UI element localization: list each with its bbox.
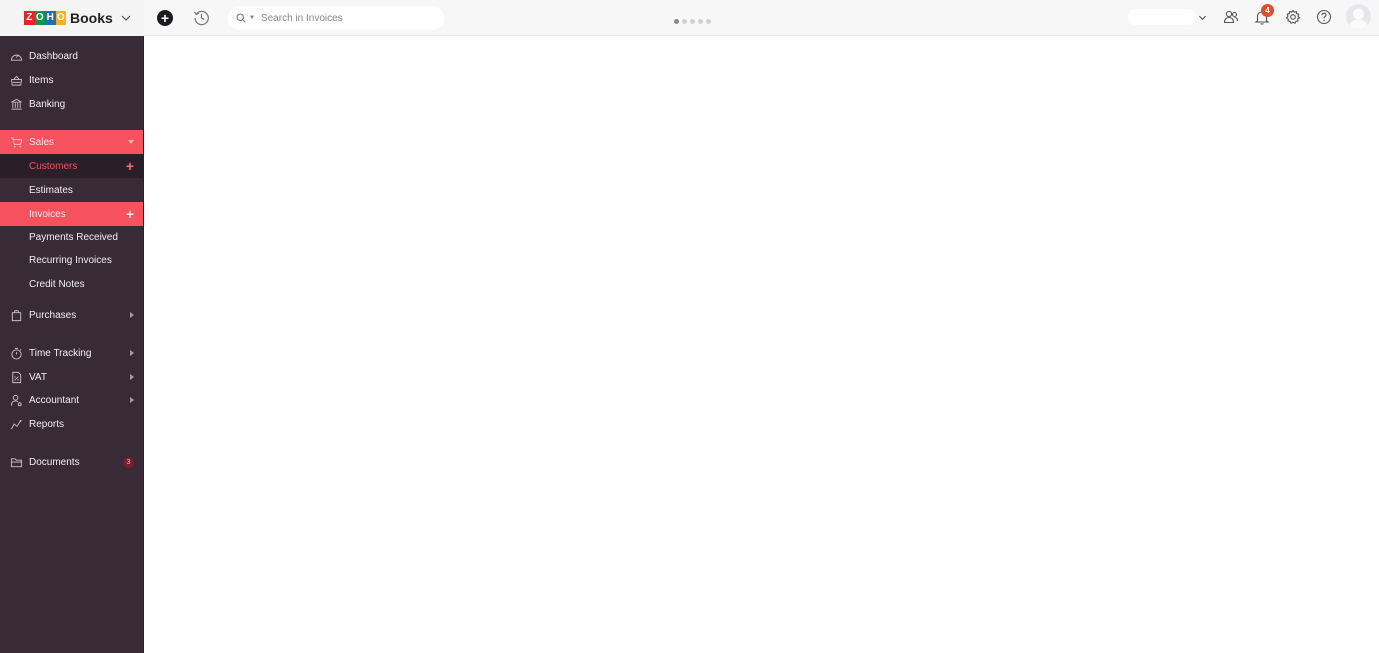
search-icon [236, 13, 246, 23]
sidebar-item-purchases[interactable]: Purchases [0, 303, 143, 327]
logo-letter-o: O [34, 11, 45, 25]
sidebar-item-sales[interactable]: Sales [0, 130, 143, 154]
accountant-icon [10, 394, 22, 406]
search-filter-caret-icon[interactable]: ▼ [249, 15, 255, 21]
caret-right-icon [130, 374, 134, 380]
sidebar-item-label: Accountant [29, 394, 80, 406]
sidebar-item-items[interactable]: Items [0, 68, 143, 92]
bag-icon [11, 309, 22, 321]
product-name: Books [70, 10, 113, 26]
sidebar-item-label: Documents [29, 456, 80, 468]
chevron-down-icon [121, 15, 131, 21]
top-bar: Z O H O Books + ▼ 4 [0, 0, 1379, 36]
loading-dot [682, 19, 687, 24]
add-invoice-plus-icon[interactable]: + [126, 207, 134, 221]
sidebar-item-label: Sales [29, 136, 55, 148]
sidebar-item-estimates[interactable]: Estimates [0, 178, 143, 202]
sidebar-item-reports[interactable]: Reports [0, 412, 143, 436]
search-input[interactable] [260, 12, 431, 24]
basket-icon [10, 75, 23, 86]
sidebar-item-label: Items [29, 74, 54, 86]
sidebar-item-label: Payments Received [29, 231, 118, 243]
notification-count-badge: 4 [1261, 4, 1274, 17]
cart-icon [10, 136, 23, 148]
user-silhouette-icon [1349, 8, 1368, 29]
chevron-down-icon[interactable] [1198, 13, 1207, 22]
bank-icon [11, 98, 22, 110]
sidebar-item-time-tracking[interactable]: Time Tracking [0, 341, 143, 365]
dashboard-icon [10, 53, 23, 61]
loading-indicator [674, 19, 711, 24]
quick-create-button[interactable]: + [157, 10, 173, 26]
sidebar-item-accountant[interactable]: Accountant [0, 388, 143, 412]
sidebar-item-dashboard[interactable]: Dashboard [0, 44, 143, 68]
logo-letter-h: H [45, 11, 56, 25]
main-content [144, 36, 1379, 653]
sidebar-item-label: Purchases [29, 309, 77, 321]
sidebar-item-label: Reports [29, 418, 65, 430]
caret-right-icon [130, 350, 134, 356]
sidebar-item-payments-received[interactable]: Payments Received [0, 225, 143, 249]
loading-dot [690, 19, 695, 24]
sidebar-item-label: VAT [29, 371, 47, 383]
tax-document-icon [12, 371, 22, 383]
folder-icon [10, 457, 23, 467]
sidebar-item-label: Estimates [29, 184, 73, 196]
sidebar-item-label: Credit Notes [29, 278, 85, 290]
sidebar-item-recurring-invoices[interactable]: Recurring Invoices [0, 248, 143, 272]
user-avatar[interactable] [1346, 4, 1371, 29]
add-customer-plus-icon[interactable]: + [126, 159, 134, 173]
sidebar-item-banking[interactable]: Banking [0, 92, 143, 116]
sidebar-item-label: Time Tracking [29, 347, 92, 359]
caret-down-icon [128, 140, 134, 144]
help-icon[interactable] [1316, 9, 1332, 25]
stopwatch-icon [11, 347, 22, 360]
caret-right-icon [130, 397, 134, 403]
caret-right-icon [130, 312, 134, 318]
loading-dot [674, 19, 679, 24]
sidebar-item-documents[interactable]: Documents 3 [0, 450, 143, 474]
recent-history-icon[interactable] [193, 9, 210, 26]
sidebar-item-label: Customers [29, 160, 78, 172]
sidebar-item-label: Banking [29, 98, 66, 110]
sidebar: Dashboard Items Banking Sales Customers … [0, 36, 144, 653]
brand-switcher[interactable]: Z O H O Books [0, 0, 144, 36]
zoho-logo: Z O H O [24, 11, 66, 25]
sidebar-item-label: Dashboard [29, 50, 78, 62]
sidebar-item-label: Invoices [29, 208, 66, 220]
sidebar-item-customers[interactable]: Customers + [0, 154, 143, 178]
documents-count-badge: 3 [123, 456, 134, 468]
loading-dot [698, 19, 703, 24]
sidebar-item-credit-notes[interactable]: Credit Notes [0, 272, 143, 296]
sidebar-item-vat[interactable]: VAT [0, 365, 143, 389]
sidebar-item-label: Recurring Invoices [29, 254, 112, 266]
logo-letter-z: Z [24, 11, 35, 25]
logo-letter-o2: O [55, 11, 66, 25]
organization-switcher[interactable] [1128, 9, 1196, 25]
plus-icon: + [160, 10, 170, 26]
loading-dot [706, 19, 711, 24]
reports-icon [10, 419, 22, 429]
search-bar[interactable]: ▼ [228, 6, 444, 30]
settings-gear-icon[interactable] [1285, 9, 1301, 25]
sidebar-item-invoices[interactable]: Invoices + [0, 202, 143, 226]
referral-users-icon[interactable] [1223, 9, 1239, 25]
